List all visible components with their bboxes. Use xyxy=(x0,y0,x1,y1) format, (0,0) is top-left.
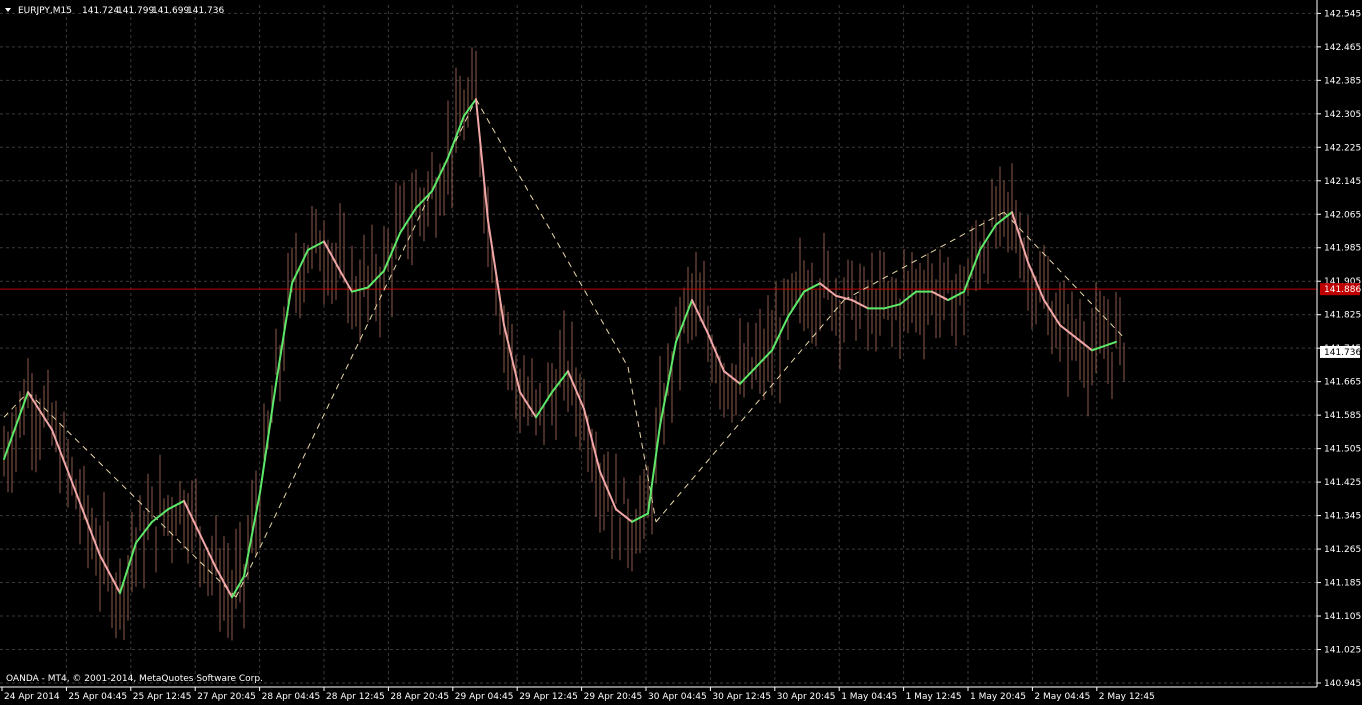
price-tick-label: 141.985 xyxy=(1324,244,1361,254)
time-tick-label: 25 Apr 04:45 xyxy=(68,692,127,702)
time-tick-label: 25 Apr 12:45 xyxy=(133,692,192,702)
time-tick-label: 28 Apr 20:45 xyxy=(390,692,449,702)
time-tick-label: 30 Apr 20:45 xyxy=(777,692,836,702)
price-tick-label: 141.025 xyxy=(1324,646,1361,656)
price-tick-label: 141.345 xyxy=(1324,512,1361,522)
current-price-value: 141.736 xyxy=(1324,348,1361,358)
price-tick-label: 141.665 xyxy=(1324,378,1361,388)
price-tick-label: 142.065 xyxy=(1324,210,1361,220)
time-tick-label: 27 Apr 20:45 xyxy=(197,692,256,702)
price-tick-label: 141.265 xyxy=(1324,545,1361,555)
watermark: OANDA - MT4, © 2001-2014, MetaQuotes Sof… xyxy=(6,674,263,684)
price-tick-label: 142.545 xyxy=(1324,9,1361,19)
price-tick-label: 140.945 xyxy=(1324,679,1361,689)
header-low: 141.699 xyxy=(152,6,189,16)
price-tick-label: 142.305 xyxy=(1324,110,1361,120)
header-open: 141.724 xyxy=(82,6,119,16)
time-tick-label: 1 May 20:45 xyxy=(970,692,1026,702)
price-tick-label: 142.145 xyxy=(1324,177,1361,187)
price-tick-label: 141.825 xyxy=(1324,311,1361,321)
price-tick-label: 141.585 xyxy=(1324,411,1361,421)
current-price-label: 141.736 xyxy=(1320,345,1361,358)
price-tick-label: 141.425 xyxy=(1324,478,1361,488)
time-tick-label: 1 May 04:45 xyxy=(841,692,897,702)
time-tick-label: 29 Apr 12:45 xyxy=(519,692,578,702)
time-tick-label: 1 May 12:45 xyxy=(906,692,962,702)
time-tick-label: 24 Apr 2014 xyxy=(4,692,60,702)
chart-background xyxy=(0,0,1362,705)
price-tick-label: 142.385 xyxy=(1324,76,1361,86)
price-level-value: 141.886 xyxy=(1324,285,1361,295)
header-high: 141.799 xyxy=(117,6,154,16)
header-symbol: EURJPY,M15 xyxy=(18,6,72,16)
time-tick-label: 30 Apr 04:45 xyxy=(648,692,707,702)
time-tick-label: 28 Apr 04:45 xyxy=(262,692,321,702)
price-tick-label: 142.225 xyxy=(1324,143,1361,153)
time-tick-label: 28 Apr 12:45 xyxy=(326,692,385,702)
price-tick-label: 142.465 xyxy=(1324,43,1361,53)
price-level-label: 141.886 xyxy=(1320,283,1361,296)
price-tick-label: 141.505 xyxy=(1324,445,1361,455)
price-chart[interactable]: 142.545 142.465 142.385 142.305 142.225 142.1… xyxy=(0,0,1362,705)
header-close: 141.736 xyxy=(187,6,224,16)
time-tick-label: 2 May 04:45 xyxy=(1034,692,1090,702)
time-tick-label: 30 Apr 12:45 xyxy=(712,692,771,702)
chart-header[interactable]: EURJPY,M15 141.724 141.799 141.699 141.7… xyxy=(5,6,224,16)
time-tick-label: 2 May 12:45 xyxy=(1099,692,1155,702)
price-tick-label: 141.185 xyxy=(1324,579,1361,589)
time-tick-label: 29 Apr 20:45 xyxy=(584,692,643,702)
time-tick-label: 29 Apr 04:45 xyxy=(455,692,514,702)
price-tick-label: 141.105 xyxy=(1324,612,1361,622)
